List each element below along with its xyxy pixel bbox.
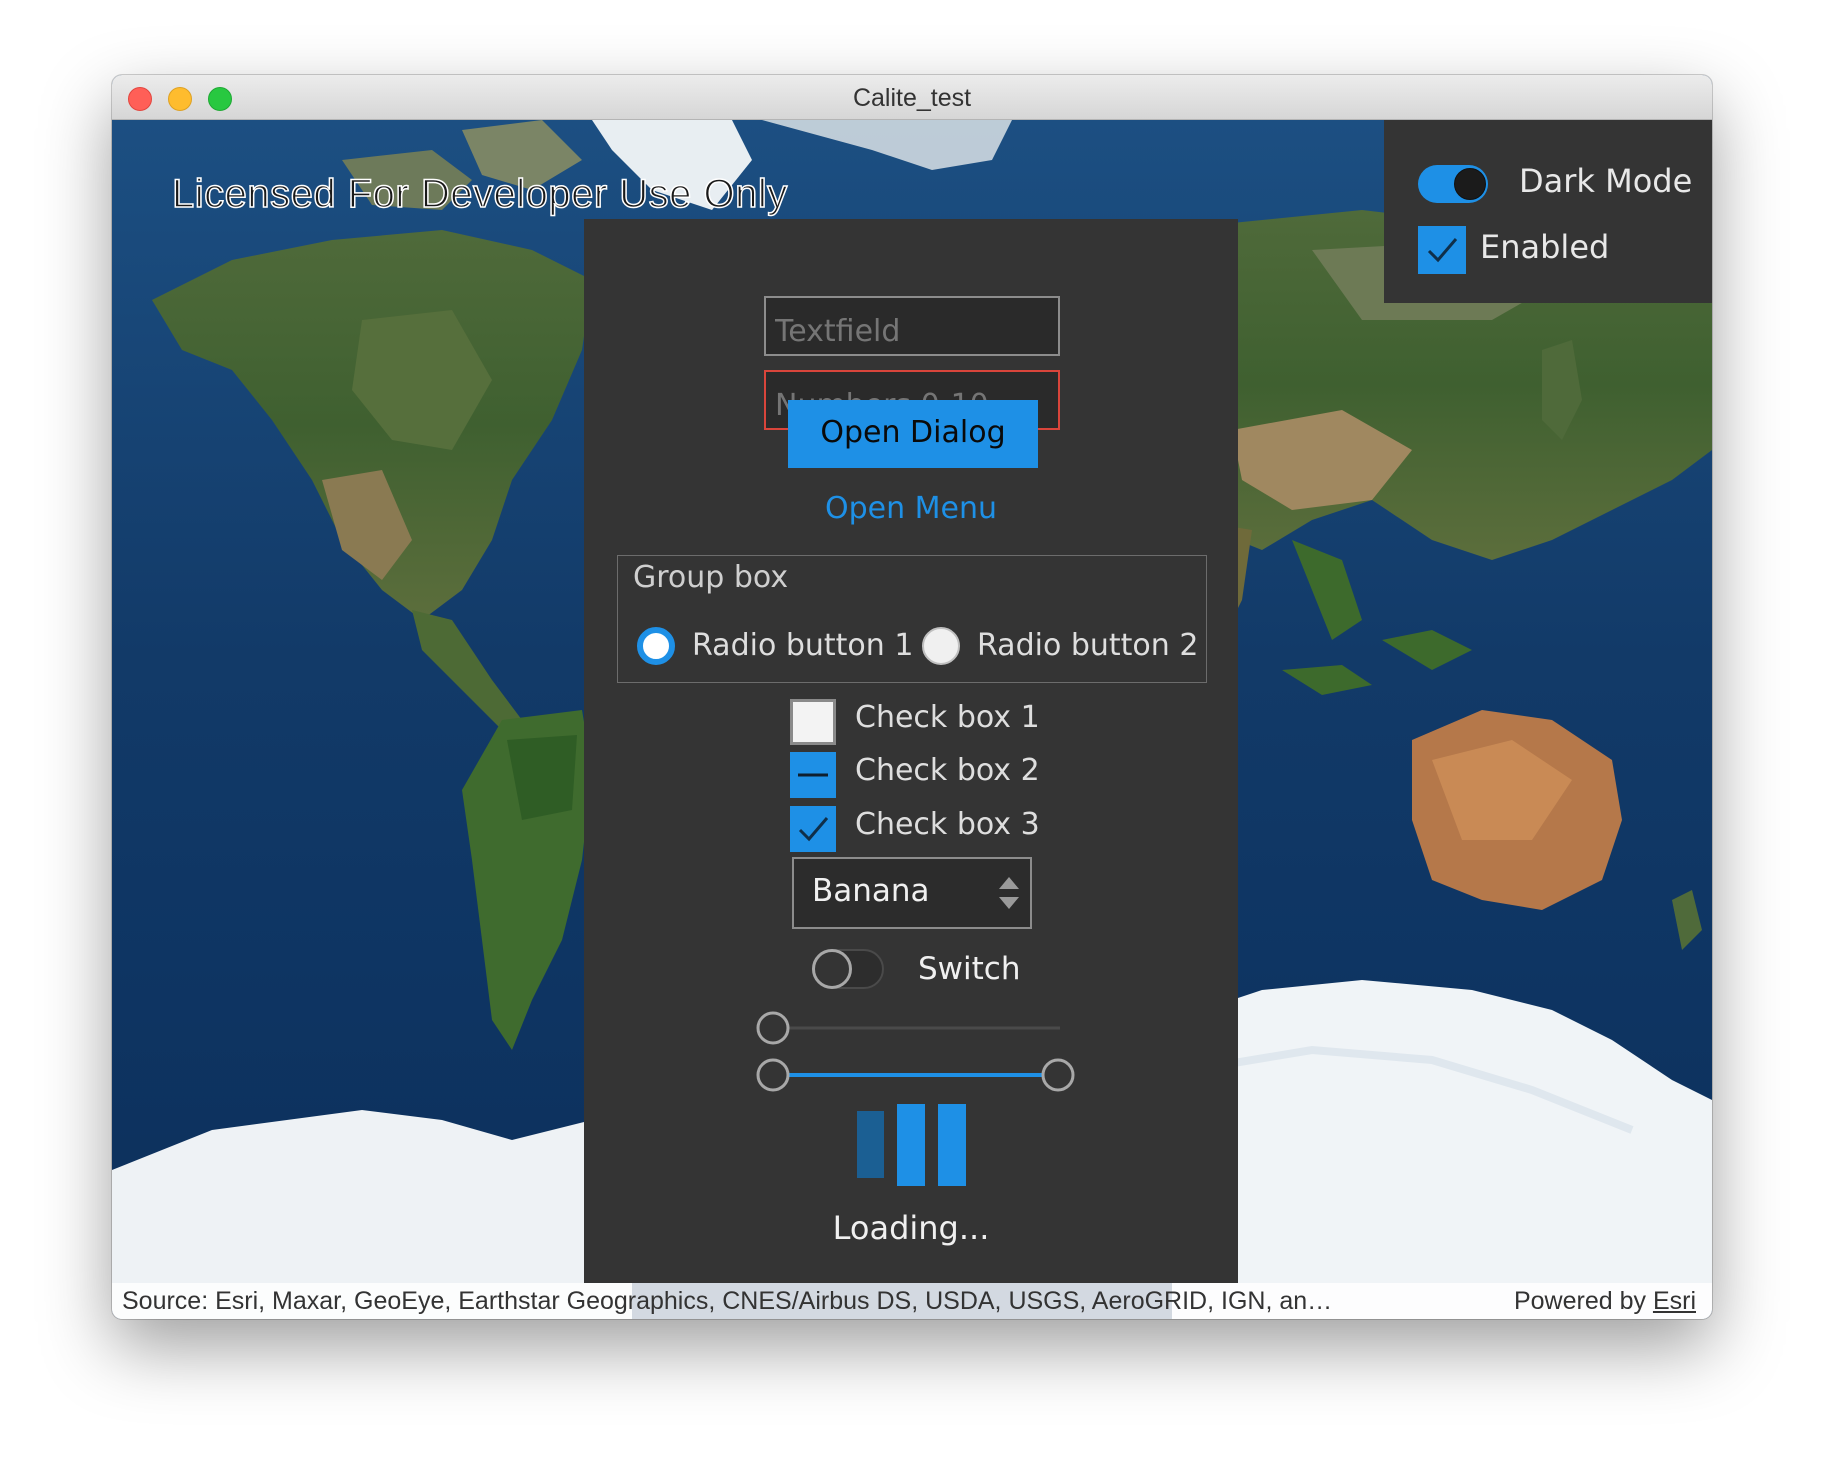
dark-mode-toggle[interactable]	[1418, 165, 1488, 203]
loading-bar-3	[938, 1104, 966, 1186]
attribution-source[interactable]: Source: Esri, Maxar, GeoEye, Earthstar G…	[122, 1287, 1332, 1316]
slider-handle[interactable]	[756, 1011, 790, 1045]
range-slider-high-handle[interactable]	[1041, 1058, 1075, 1092]
attribution-powered-by: Powered by Esri	[1514, 1287, 1696, 1316]
title-bar: Calite_test	[112, 75, 1712, 120]
license-watermark: Licensed For Developer Use Only	[171, 171, 788, 217]
dark-mode-label: Dark Mode	[1519, 162, 1693, 200]
toggle-knob	[1454, 168, 1486, 200]
sliders-and-indicator	[756, 1011, 1075, 1186]
enabled-label: Enabled	[1480, 228, 1610, 266]
map-attribution-bar: Source: Esri, Maxar, GeoEye, Earthstar G…	[112, 1283, 1712, 1319]
checkmark-icon	[1427, 238, 1458, 263]
enabled-checkbox[interactable]	[1418, 226, 1466, 274]
loading-bar-2	[897, 1104, 925, 1186]
loading-bar-1	[857, 1111, 884, 1178]
esri-link[interactable]: Esri	[1653, 1287, 1696, 1315]
controls-panel: Open Dialog Open Menu Group box Radio bu…	[584, 219, 1238, 1283]
window-title: Calite_test	[852, 84, 972, 112]
range-slider-low-handle[interactable]	[756, 1058, 790, 1092]
loading-label: Loading...	[832, 1209, 990, 1247]
mode-panel: Dark Mode Enabled	[1384, 120, 1712, 303]
app-window: Calite_test Licensed For Developer Use O…	[112, 75, 1712, 1319]
powered-by-text: Powered by	[1513, 1287, 1653, 1315]
